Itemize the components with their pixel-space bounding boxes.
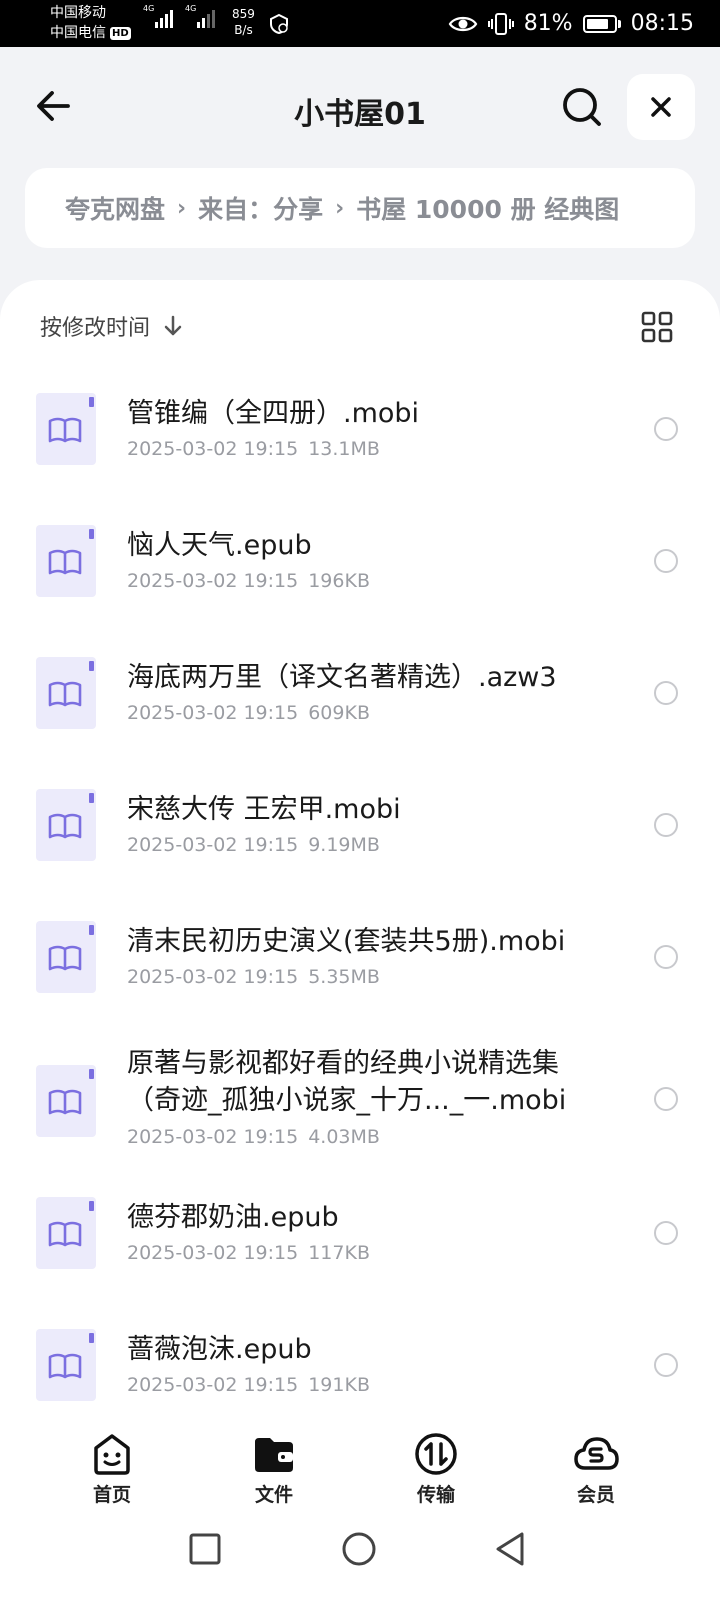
nav-home-label: 首页 (92, 1484, 131, 1506)
eye-icon (448, 16, 477, 31)
file-list: 管锥编（全四册）.mobi 2025-03-02 19:15 13.1MB 恼人天… (0, 363, 720, 1420)
grid-view-icon[interactable] (640, 310, 674, 344)
sort-button[interactable]: 按修改时间 (40, 310, 184, 342)
file-row[interactable]: 宋慈大传 王宏甲.mobi 2025-03-02 19:15 9.19MB (0, 759, 720, 891)
ebook-file-icon (36, 1329, 96, 1401)
battery-percent: 81% (523, 11, 573, 36)
ebook-file-icon (36, 789, 96, 861)
nav-member-label: 会员 (576, 1484, 615, 1506)
file-row[interactable]: 海底两万里（译文名著精选）.azw3 2025-03-02 19:15 609KB (0, 627, 720, 759)
net-type-1: 4G (143, 4, 155, 13)
ebook-file-icon (36, 657, 96, 729)
file-name: 宋慈大传 王宏甲.mobi (127, 794, 401, 825)
net-type-2: 4G (185, 4, 197, 13)
select-radio[interactable] (654, 945, 678, 969)
file-name: 清末民初历史演义(套装共5册).mobi (127, 926, 566, 957)
back-triangle-icon[interactable] (492, 1530, 530, 1568)
sort-label: 按修改时间 (40, 316, 151, 341)
system-nav-bar (0, 1510, 720, 1600)
select-radio[interactable] (654, 813, 678, 837)
signal-icon: 4G (143, 4, 173, 28)
nav-transfer[interactable]: 传输 (386, 1420, 486, 1507)
smiley-home-icon (94, 1434, 130, 1475)
carrier-info: 中国移动 中国电信 HD (50, 3, 131, 43)
close-icon (651, 97, 671, 117)
network-speed: 859 B/s (232, 7, 255, 37)
file-name: 德芬郡奶油.epub (127, 1202, 339, 1233)
signal-indicators: 4G 4G (143, 4, 215, 28)
recent-apps-icon[interactable] (186, 1530, 224, 1568)
file-row[interactable]: 清末民初历史演义(套装共5册).mobi 2025-03-02 19:15 5.3… (0, 891, 720, 1023)
chevron-right-icon: › (335, 195, 345, 221)
breadcrumb-item[interactable]: 来自：分享 (198, 190, 323, 226)
file-name: 原著与影视都好看的经典小说精选集（奇迹_孤独小说家_十万..._一.mobi (127, 1048, 567, 1116)
nav-files-label: 文件 (254, 1484, 293, 1506)
battery-icon (582, 14, 621, 33)
file-meta: 2025-03-02 19:15 117KB (127, 1242, 370, 1264)
cloud-member-icon (574, 1437, 619, 1470)
transfer-icon (415, 1433, 457, 1475)
search-icon[interactable] (560, 85, 604, 129)
file-meta: 2025-03-02 19:15 5.35MB (127, 966, 380, 988)
file-row[interactable]: 原著与影视都好看的经典小说精选集（奇迹_孤独小说家_十万..._一.mobi 2… (0, 1023, 720, 1175)
file-meta: 2025-03-02 19:15 9.19MB (127, 834, 380, 856)
select-radio[interactable] (654, 417, 678, 441)
nav-member[interactable]: 会员 (546, 1420, 646, 1507)
file-meta: 2025-03-02 19:15 196KB (127, 570, 370, 592)
status-right: 81% 08:15 (448, 0, 694, 47)
select-radio[interactable] (654, 549, 678, 573)
file-row[interactable]: 德芬郡奶油.epub 2025-03-02 19:15 117KB (0, 1175, 720, 1307)
breadcrumb-item[interactable]: 夸克网盘 (65, 190, 165, 226)
close-button[interactable] (627, 74, 695, 140)
breadcrumb: 夸克网盘 › 来自：分享 › 书屋 10000 册 经典图 (25, 168, 695, 248)
signal-icon: 4G (185, 4, 215, 28)
hd-badge: HD (110, 26, 131, 40)
file-row[interactable]: 蔷薇泡沫.epub 2025-03-02 19:15 191KB (0, 1307, 720, 1420)
file-name: 管锥编（全四册）.mobi (127, 398, 420, 429)
breadcrumb-item[interactable]: 书屋 10000 册 经典图 (356, 190, 619, 226)
file-row[interactable]: 管锥编（全四册）.mobi 2025-03-02 19:15 13.1MB (0, 363, 720, 495)
ebook-file-icon (36, 921, 96, 993)
nav-files[interactable]: 文件 (224, 1420, 324, 1507)
file-meta: 2025-03-02 19:15 4.03MB (127, 1126, 380, 1148)
select-radio[interactable] (654, 1353, 678, 1377)
file-meta: 2025-03-02 19:15 609KB (127, 702, 370, 724)
ebook-file-icon (36, 1065, 96, 1137)
file-name: 恼人天气.epub (127, 530, 312, 561)
shield-icon (270, 13, 288, 35)
nav-home[interactable]: 首页 (62, 1420, 162, 1507)
folder-icon (255, 1438, 293, 1472)
file-list-panel: 按修改时间 管锥编（全四册）.mobi 2025-03-02 19:15 13.1… (0, 280, 720, 1420)
file-name: 海底两万里（译文名著精选）.azw3 (127, 662, 557, 693)
select-radio[interactable] (654, 1087, 678, 1111)
select-radio[interactable] (654, 1221, 678, 1245)
chevron-right-icon: › (177, 195, 187, 221)
file-meta: 2025-03-02 19:15 191KB (127, 1374, 370, 1396)
carrier-1: 中国移动 (50, 5, 106, 21)
file-name: 蔷薇泡沫.epub (127, 1334, 312, 1365)
header: 小书屋01 (0, 47, 720, 165)
carrier-2: 中国电信 (50, 25, 106, 41)
ebook-file-icon (36, 393, 96, 465)
vibrate-icon (487, 12, 514, 35)
file-row[interactable]: 恼人天气.epub 2025-03-02 19:15 196KB (0, 495, 720, 627)
bottom-nav: 首页 文件 传输 会员 (0, 1420, 720, 1510)
ebook-file-icon (36, 1197, 96, 1269)
clock: 08:15 (630, 11, 694, 36)
file-meta: 2025-03-02 19:15 13.1MB (127, 438, 380, 460)
home-circle-icon[interactable] (340, 1530, 378, 1568)
select-radio[interactable] (654, 681, 678, 705)
ebook-file-icon (36, 525, 96, 597)
nav-transfer-label: 传输 (416, 1484, 455, 1506)
status-bar: 中国移动 中国电信 HD 4G 4G 859 B/s 81% 08:15 (0, 0, 720, 47)
arrow-down-icon (164, 315, 182, 336)
page-title: 小书屋01 (294, 97, 426, 132)
